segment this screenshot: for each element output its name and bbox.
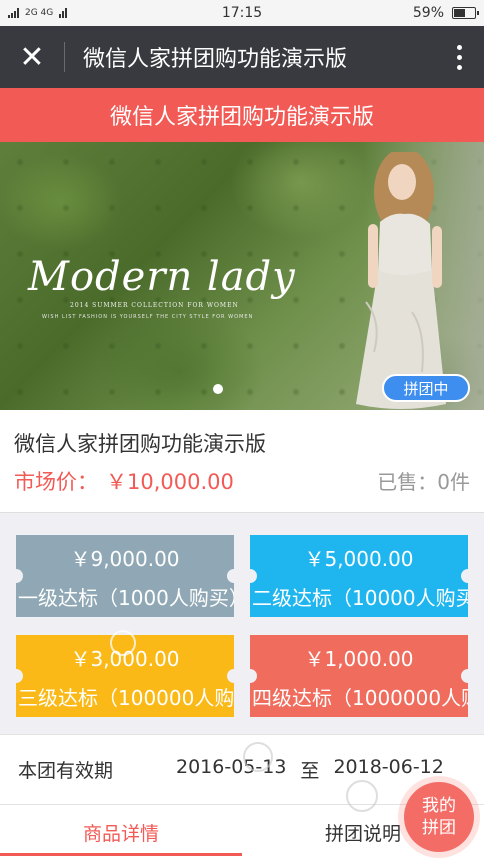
touch-ripple <box>110 630 136 656</box>
my-group-line2: 拼团 <box>422 818 456 838</box>
battery-percent: 59% <box>412 5 444 21</box>
tier-label: 三级达标（100000人购买） <box>18 686 234 710</box>
signal-icon <box>8 8 19 18</box>
carousel-dot[interactable] <box>213 384 223 394</box>
product-title: 微信人家拼团购功能演示版 <box>14 432 266 456</box>
close-button[interactable]: ✕ <box>0 26 64 88</box>
tab-product-details[interactable]: 商品详情 <box>0 805 242 860</box>
touch-ripple <box>346 780 378 812</box>
more-dot <box>456 54 462 60</box>
tier-1-card[interactable]: ￥9,000.00 一级达标（1000人购买） <box>16 535 234 617</box>
market-price-value: ￥10,000.00 <box>106 470 234 494</box>
network-type: 2G 4G <box>25 8 54 18</box>
tier-label: 一级达标（1000人购买） <box>18 586 234 610</box>
validity-separator: 至 <box>300 760 320 782</box>
model-photo <box>356 152 446 409</box>
tier-label: 四级达标（1000000人购买） <box>252 686 468 710</box>
tier-price: ￥5,000.00 <box>304 547 414 571</box>
my-group-line1: 我的 <box>422 796 456 816</box>
battery-level <box>454 9 466 17</box>
more-dot <box>456 64 462 70</box>
tier-2-card[interactable]: ￥5,000.00 二级达标（10000人购买） <box>250 535 468 617</box>
my-group-button[interactable]: 我的 拼团 <box>404 782 474 852</box>
group-status-badge: 拼团中 <box>382 374 470 402</box>
app-header: ✕ 微信人家拼团购功能演示版 <box>0 26 484 88</box>
more-vertical-icon <box>456 44 462 50</box>
status-bar: 2G 4G 17:15 59% <box>0 0 484 26</box>
page-title: 微信人家拼团购功能演示版 <box>83 47 348 72</box>
shop-banner: 微信人家拼团购功能演示版 <box>0 88 484 142</box>
sold-count: 已售：0件 <box>377 470 470 494</box>
wifi-icon <box>59 8 68 18</box>
hero-tagline: WISH LIST FASHION IS YOURSELF THE CITY S… <box>42 314 254 320</box>
validity-label: 本团有效期 <box>18 760 114 782</box>
tier-label: 二级达标（10000人购买） <box>252 586 468 610</box>
tier-price: ￥1,000.00 <box>304 647 414 671</box>
price-row: 市场价： ￥10,000.00 已售：0件 <box>14 466 470 496</box>
touch-ripple <box>243 742 273 772</box>
battery-icon <box>452 7 479 19</box>
product-image-carousel[interactable]: Modern lady 2014 SUMMER COLLECTION FOR W… <box>0 142 484 410</box>
validity-range: 2016-05-13 至 2018-06-12 <box>176 756 444 783</box>
hero-script-text: Modern lady <box>28 254 296 300</box>
close-icon: ✕ <box>19 39 45 75</box>
tier-4-card[interactable]: ￥1,000.00 四级达标（1000000人购买） <box>250 635 468 717</box>
market-price-label: 市场价： <box>14 470 98 494</box>
price-tiers: ￥9,000.00 一级达标（1000人购买） ￥5,000.00 二级达标（1… <box>0 512 484 734</box>
product-info: 微信人家拼团购功能演示版 市场价： ￥10,000.00 已售：0件 <box>0 410 484 512</box>
hero-subtitle: 2014 SUMMER COLLECTION FOR WOMEN <box>70 302 239 309</box>
clock: 17:15 <box>221 5 263 21</box>
tier-price: ￥9,000.00 <box>70 547 180 571</box>
validity-end: 2018-06-12 <box>333 756 444 778</box>
network-indicators: 2G 4G <box>8 8 68 18</box>
more-button[interactable] <box>434 26 484 88</box>
